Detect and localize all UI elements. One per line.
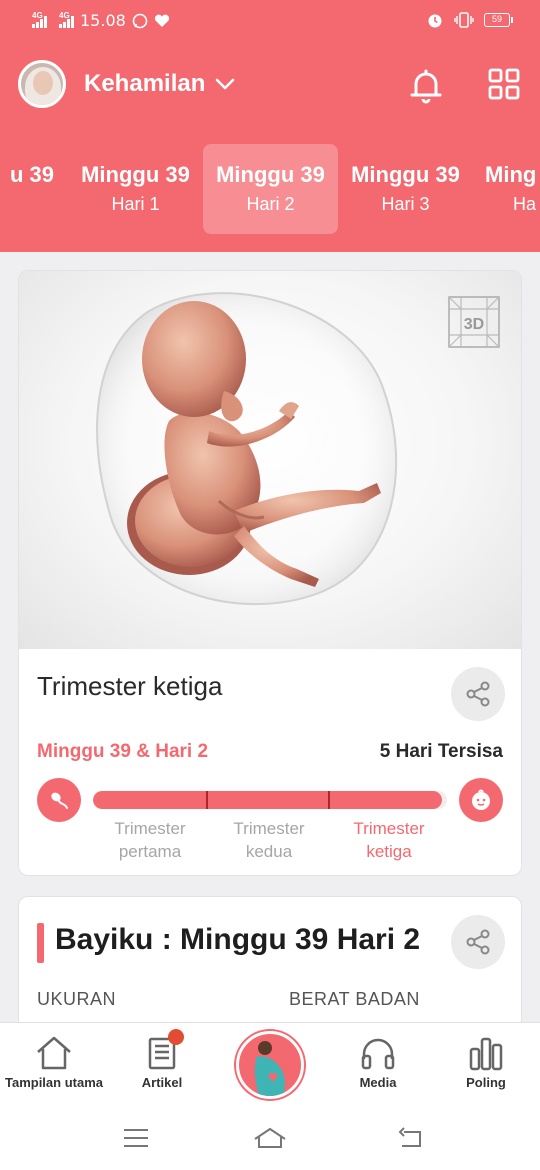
avatar[interactable] (18, 60, 66, 108)
page-title: Kehamilan (84, 70, 206, 97)
week-tab-day: Hari 3 (381, 194, 430, 214)
week-tab-day: Hari 2 (246, 194, 295, 214)
progress-fill (93, 791, 442, 809)
week-tab-week: Minggu 39 (81, 162, 190, 187)
trimester-title: Trimester ketiga (37, 671, 223, 701)
size-label: UKURAN (37, 989, 117, 1009)
trimester-card: 3D Trimester ketiga Minggu 39 & Hari 2 5… (18, 270, 522, 876)
fetus-image[interactable]: 3D (19, 271, 521, 649)
baby-card-title: Bayiku : Minggu 39 Hari 2 (55, 923, 421, 956)
3d-view-icon[interactable]: 3D (443, 291, 505, 353)
nav-label: Media (359, 1075, 397, 1090)
share-icon (466, 681, 490, 707)
share-button[interactable] (451, 915, 505, 969)
nav-label: Artikel (141, 1075, 183, 1090)
week-tab[interactable]: Minggu 39 Hari 3 (338, 144, 473, 234)
days-remaining: 5 Hari Tersisa (379, 741, 503, 762)
bottom-nav: Tampilan utama Artikel Media Poling (0, 1022, 540, 1112)
conception-circle (37, 778, 81, 822)
bell-icon[interactable] (406, 66, 446, 106)
baby-face-icon (472, 789, 490, 810)
week-tab[interactable]: Ming Ha (473, 144, 540, 234)
baby-circle (459, 778, 503, 822)
week-day-selector: u 39 Minggu 39 Hari 1 Minggu 39 Hari 2 M… (0, 144, 540, 234)
poll-icon (469, 1037, 503, 1071)
nav-home[interactable]: Tampilan utama (0, 1035, 108, 1090)
week-tab-selected[interactable]: Minggu 39 Hari 2 (203, 144, 338, 234)
home-icon (37, 1036, 71, 1070)
signal-icon: 4G (32, 11, 47, 28)
heart-icon (154, 14, 169, 27)
status-bar: 4G 4G 15.08 59 (0, 0, 540, 42)
stage-label-second: Trimester kedua (233, 819, 305, 861)
week-tab-week: Minggu 39 (351, 162, 460, 187)
menu-icon[interactable] (122, 1126, 150, 1150)
vibrate-icon (454, 12, 474, 28)
pregnancy-center-button[interactable] (236, 1031, 304, 1099)
notification-dot (168, 1029, 184, 1045)
stage-label-first: Trimester pertama (114, 819, 186, 861)
accent-bar (37, 923, 44, 963)
current-week-day: Minggu 39 & Hari 2 (37, 741, 209, 762)
pregnancy-progress-bar (93, 791, 447, 809)
system-nav-bar (0, 1112, 540, 1170)
nav-label: Tampilan utama (4, 1075, 103, 1090)
grid-menu-icon[interactable] (488, 68, 520, 100)
stage-label-third: Trimester ketiga (353, 819, 425, 861)
week-tab-week: Ming (485, 162, 537, 187)
weight-label: BERAT BADAN (289, 989, 420, 1009)
week-tab-day: Ha (513, 194, 537, 214)
profile-selector[interactable]: Kehamilan (84, 70, 235, 98)
nav-polls[interactable]: Poling (432, 1035, 540, 1090)
clock: 15.08 (80, 11, 126, 30)
home-nav-icon[interactable] (252, 1126, 288, 1150)
back-icon[interactable] (396, 1126, 426, 1150)
top-bar: Kehamilan (0, 58, 540, 112)
week-tab-week: u 39 (9, 162, 54, 187)
nav-label: Poling (466, 1075, 506, 1090)
whatsapp-icon (132, 13, 148, 28)
share-icon (466, 929, 490, 955)
share-button[interactable] (451, 667, 505, 721)
battery-icon: 59 (484, 13, 513, 27)
sperm-icon (51, 792, 68, 809)
alarm-icon (428, 14, 442, 28)
nav-articles[interactable]: Artikel (108, 1029, 216, 1090)
week-tab-day: Hari 1 (111, 194, 160, 214)
chevron-down-icon (216, 78, 235, 90)
headphones-icon (361, 1038, 395, 1070)
pregnancy-icon (254, 1041, 285, 1096)
week-tab-week: Minggu 39 (216, 162, 325, 187)
signal-icon-2: 4G (59, 11, 74, 28)
app-header: 4G 4G 15.08 59 Kehamilan u 39 Minggu 39 … (0, 0, 540, 252)
3d-badge-text: 3D (464, 316, 484, 333)
week-tab[interactable]: Minggu 39 Hari 1 (68, 144, 203, 234)
week-tab[interactable]: u 39 (0, 144, 68, 234)
nav-media[interactable]: Media (324, 1035, 432, 1090)
